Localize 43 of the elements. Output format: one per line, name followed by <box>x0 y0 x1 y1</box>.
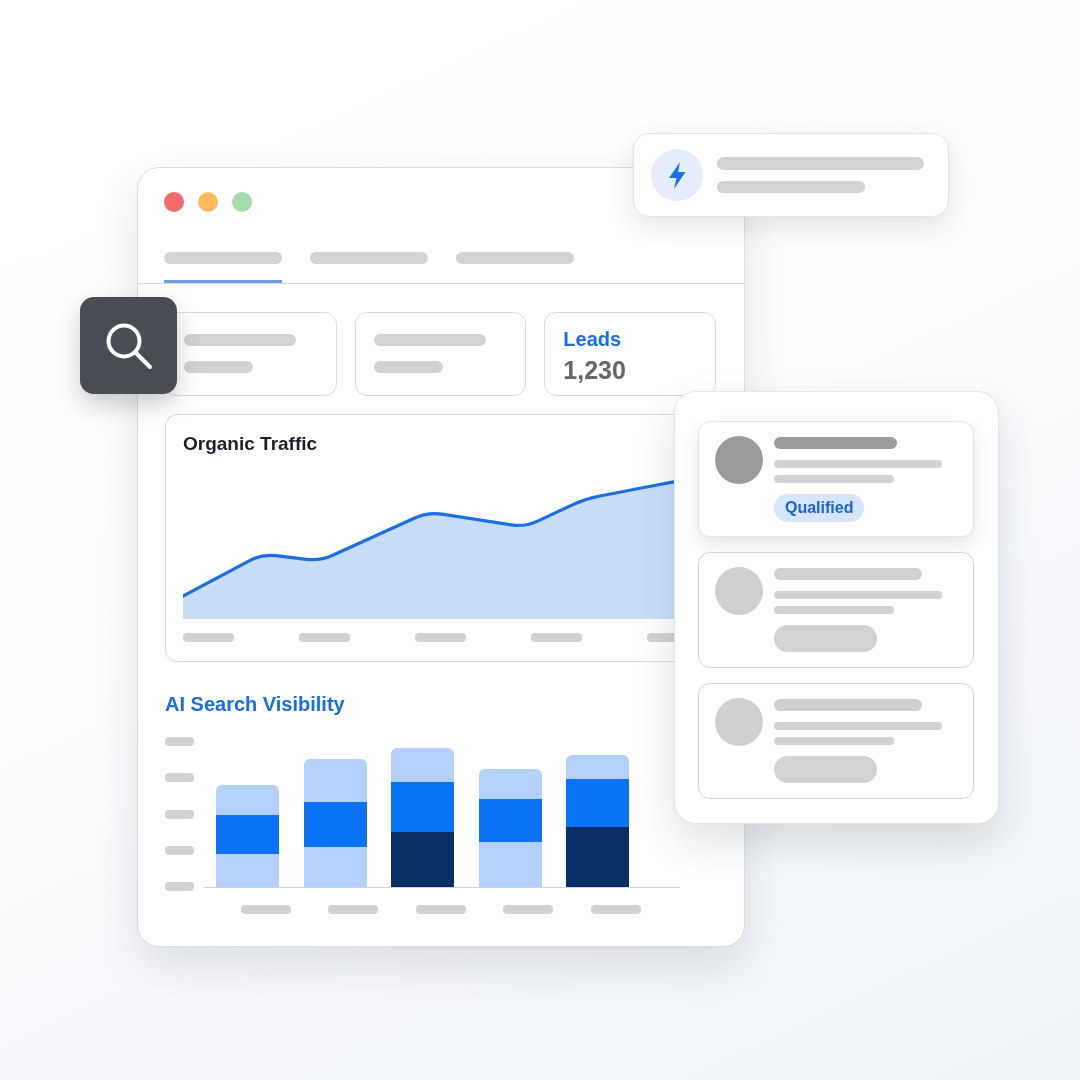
avatar-icon <box>715 567 763 615</box>
bar-segment <box>391 832 454 887</box>
lightning-icon <box>651 149 703 201</box>
placeholder-line <box>184 361 253 373</box>
avatar-icon <box>715 698 763 746</box>
minimize-control-icon[interactable] <box>198 192 218 212</box>
status-badge: Qualified <box>774 494 865 522</box>
lead-card[interactable] <box>698 683 974 799</box>
bar-segment <box>216 785 279 815</box>
lead-card[interactable] <box>698 552 974 668</box>
axis-label-placeholder <box>328 905 378 914</box>
axis-label-placeholder <box>165 737 194 746</box>
bar-segment <box>216 854 279 887</box>
bar-segment <box>303 847 367 887</box>
axis-label-placeholder <box>531 633 582 642</box>
avatar-icon <box>715 436 763 484</box>
bar-segment <box>566 827 629 887</box>
bar-segment <box>303 759 367 802</box>
close-control-icon[interactable] <box>164 192 184 212</box>
metric-value: 1,230 <box>563 355 627 385</box>
axis-label-placeholder <box>165 773 194 783</box>
axis-label-placeholder <box>299 633 350 642</box>
chart-title: Organic Traffic <box>183 433 319 455</box>
bar-segment <box>303 802 367 847</box>
bar-segment <box>478 842 542 887</box>
axis-label-placeholder <box>240 905 291 914</box>
bar-segment <box>216 815 279 854</box>
axis-label-placeholder <box>503 905 553 914</box>
axis-label-placeholder <box>183 633 234 642</box>
axis-label-placeholder <box>165 882 194 891</box>
search-icon <box>104 321 153 370</box>
chart-title: AI Search Visibility <box>165 693 346 715</box>
axis-label-placeholder <box>415 905 466 914</box>
metric-label: Leads <box>563 327 623 351</box>
lead-card[interactable]: Qualified <box>698 421 974 537</box>
tab[interactable] <box>164 252 282 283</box>
axis-label-placeholder <box>590 905 641 914</box>
axis-label-placeholder <box>165 845 194 855</box>
placeholder-line <box>373 361 443 373</box>
search-button[interactable] <box>80 297 177 394</box>
maximize-control-icon[interactable] <box>232 192 252 212</box>
axis-label-placeholder <box>415 633 466 642</box>
axis-label-placeholder <box>165 809 194 819</box>
